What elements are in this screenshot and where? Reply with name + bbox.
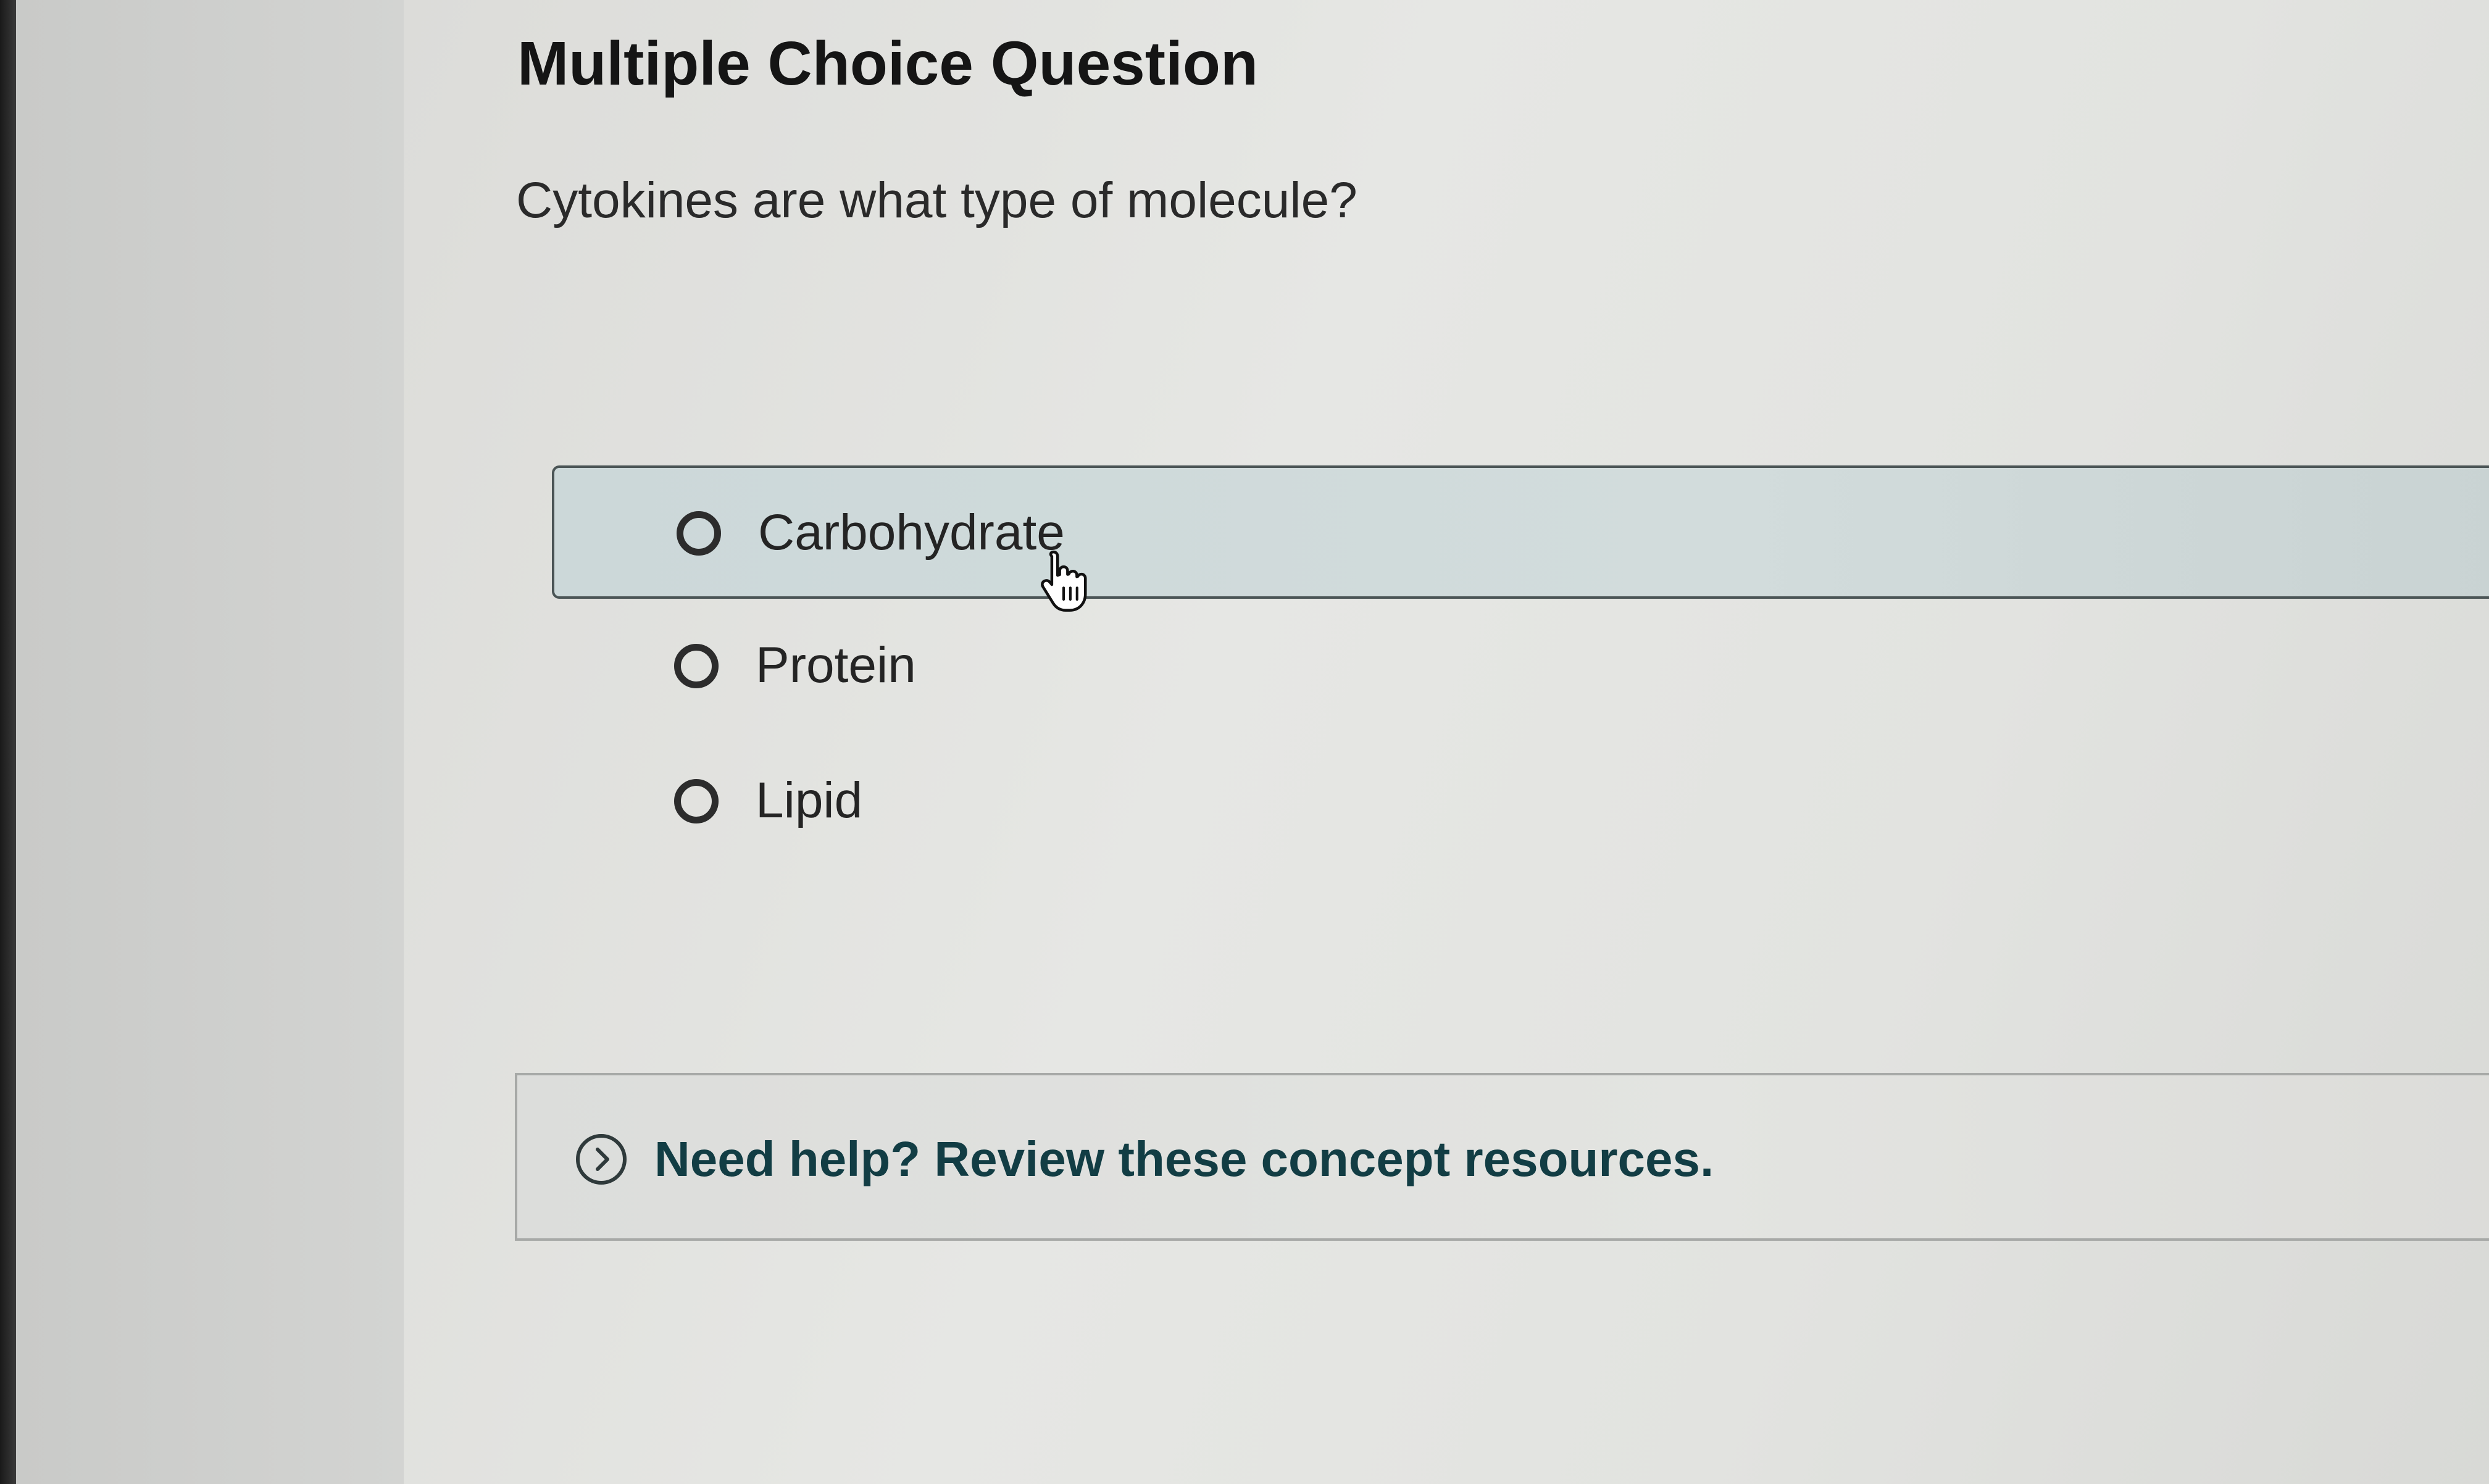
radio-button-icon[interactable] — [677, 511, 721, 556]
radio-button-icon[interactable] — [674, 644, 719, 688]
left-margin-panel — [16, 0, 404, 1484]
answer-option-label: Protein — [756, 637, 916, 693]
hand-pointer-icon — [1041, 550, 1087, 612]
chevron-right-circle-icon — [576, 1134, 627, 1185]
answer-option-protein[interactable]: Protein — [552, 601, 2489, 734]
question-type-heading: Multiple Choice Question — [517, 29, 1259, 98]
screen-bezel — [0, 0, 16, 1484]
question-prompt: Cytokines are what type of molecule? — [516, 172, 1357, 228]
radio-button-icon[interactable] — [674, 779, 719, 823]
concept-resources-toggle[interactable]: Need help? Review these concept resource… — [515, 1073, 2489, 1241]
concept-resources-link[interactable]: Need help? Review these concept resource… — [654, 1131, 1714, 1188]
answer-option-carbohydrate[interactable]: Carbohydrate — [552, 465, 2489, 599]
answer-option-label: Carbohydrate — [758, 504, 1065, 561]
answer-option-lipid[interactable]: Lipid — [552, 736, 2489, 869]
answer-option-label: Lipid — [756, 772, 863, 828]
